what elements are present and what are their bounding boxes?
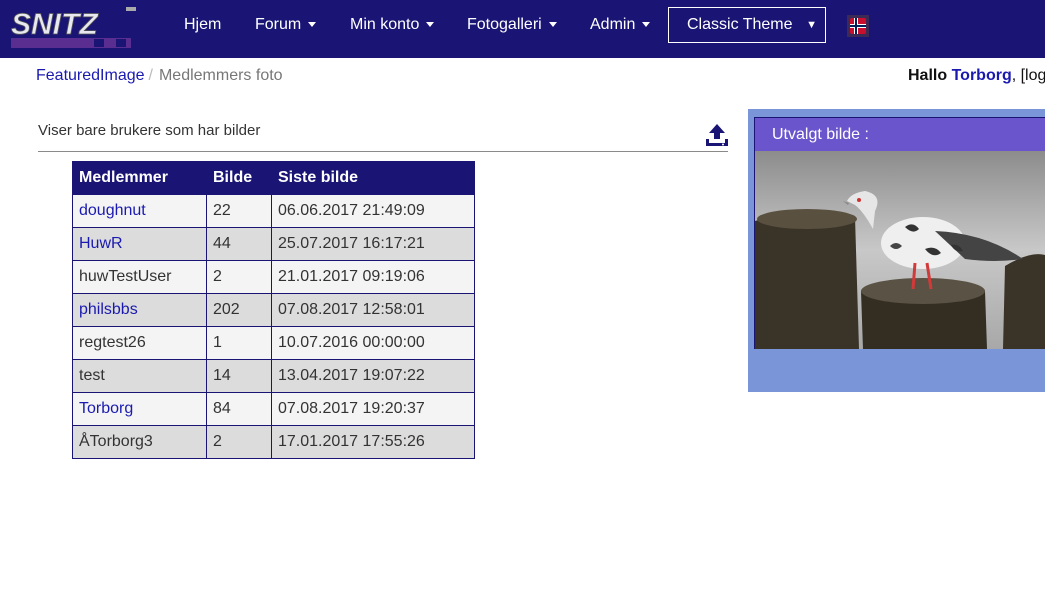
nav-admin-label: Admin <box>590 16 636 33</box>
table-row: ÅTorborg3 2 17.01.2017 17:55:26 <box>72 425 475 459</box>
breadcrumb-featured-image[interactable]: FeaturedImage <box>36 67 145 84</box>
image-count: 84 <box>206 392 272 426</box>
breadcrumb-separator: / <box>148 67 153 84</box>
member-name[interactable]: HuwR <box>72 227 207 261</box>
member-name[interactable]: Torborg <box>72 392 207 426</box>
caret-down-icon <box>642 22 651 28</box>
table-row: philsbbs 202 07.08.2017 12:58:01 <box>72 293 475 327</box>
col-members[interactable]: Medlemmer <box>72 161 207 195</box>
nav-my-account[interactable]: Min konto <box>350 0 435 50</box>
image-count: 22 <box>206 194 272 228</box>
member-name[interactable]: philsbbs <box>72 293 207 327</box>
table-row: HuwR 44 25.07.2017 16:17:21 <box>72 227 475 261</box>
table-row: huwTestUser 2 21.01.2017 09:19:06 <box>72 260 475 294</box>
last-image-date: 25.07.2017 16:17:21 <box>271 227 475 261</box>
greeting-username[interactable]: Torborg <box>952 67 1012 84</box>
image-count: 14 <box>206 359 272 393</box>
last-image-date: 06.06.2017 21:49:09 <box>271 194 475 228</box>
last-image-date: 13.04.2017 19:07:22 <box>271 359 475 393</box>
last-image-date: 07.08.2017 12:58:01 <box>271 293 475 327</box>
caret-down-icon <box>426 22 435 28</box>
nav-forum[interactable]: Forum <box>255 0 317 50</box>
nav-forum-label: Forum <box>255 16 302 33</box>
dropdown-arrow-icon: ▼ <box>806 19 817 31</box>
breadcrumb-current: Medlemmers foto <box>158 67 283 84</box>
greeting-hallo: Hallo <box>908 67 948 84</box>
table-row: regtest26 1 10.07.2016 00:00:00 <box>72 326 475 360</box>
last-image-date: 07.08.2017 19:20:37 <box>271 392 475 426</box>
theme-select-value: Classic Theme <box>687 16 793 33</box>
info-text: Viser bare brukere som har bilder <box>38 122 261 139</box>
member-name[interactable]: ÅTorborg3 <box>72 425 207 459</box>
last-image-date: 10.07.2016 00:00:00 <box>271 326 475 360</box>
top-navbar: SNITZ Hjem Forum Min konto Fotogalleri A… <box>0 0 1045 58</box>
nav-photo-gallery-label: Fotogalleri <box>467 16 542 33</box>
nav-my-account-label: Min konto <box>350 16 420 33</box>
member-name[interactable]: doughnut <box>72 194 207 228</box>
image-count: 202 <box>206 293 272 327</box>
greeting-logout[interactable]: , [log <box>1012 67 1045 84</box>
nav-photo-gallery[interactable]: Fotogalleri <box>467 0 557 50</box>
logo-text: SNITZ <box>11 8 99 41</box>
members-table: Medlemmer Bilde Siste bilde doughnut 22 06… <box>72 161 475 459</box>
member-name[interactable]: huwTestUser <box>72 260 207 294</box>
user-greeting: Hallo Torborg, [log <box>908 66 1045 86</box>
snitz-logo[interactable]: SNITZ <box>8 4 138 50</box>
nav-home-label: Hjem <box>184 16 222 33</box>
norway-flag-icon[interactable] <box>847 15 869 37</box>
breadcrumb: FeaturedImage / Medlemmers foto <box>36 66 283 86</box>
image-count: 44 <box>206 227 272 261</box>
caret-down-icon <box>308 22 317 28</box>
member-name[interactable]: test <box>72 359 207 393</box>
member-name[interactable]: regtest26 <box>72 326 207 360</box>
divider <box>38 151 728 152</box>
nav-admin[interactable]: Admin <box>590 0 651 50</box>
table-row: Torborg 84 07.08.2017 19:20:37 <box>72 392 475 426</box>
image-count: 1 <box>206 326 272 360</box>
featured-image-title: Utvalgt bilde : <box>755 118 1045 151</box>
featured-image-panel: Utvalgt bilde : <box>748 109 1045 392</box>
theme-select[interactable]: Classic Theme ▼ <box>668 7 826 43</box>
upload-icon[interactable] <box>704 122 730 148</box>
image-count: 2 <box>206 425 272 459</box>
featured-image-box: Utvalgt bilde : <box>754 117 1045 349</box>
table-row: test 14 13.04.2017 19:07:22 <box>72 359 475 393</box>
caret-down-icon <box>548 22 557 28</box>
nav-home[interactable]: Hjem <box>184 0 221 50</box>
featured-pigeon-image[interactable] <box>755 151 1045 349</box>
table-header-row: Medlemmer Bilde Siste bilde <box>72 161 475 195</box>
col-last-image[interactable]: Siste bilde <box>271 161 475 195</box>
last-image-date: 21.01.2017 09:19:06 <box>271 260 475 294</box>
image-count: 2 <box>206 260 272 294</box>
col-images[interactable]: Bilde <box>206 161 272 195</box>
table-row: doughnut 22 06.06.2017 21:49:09 <box>72 194 475 228</box>
last-image-date: 17.01.2017 17:55:26 <box>271 425 475 459</box>
